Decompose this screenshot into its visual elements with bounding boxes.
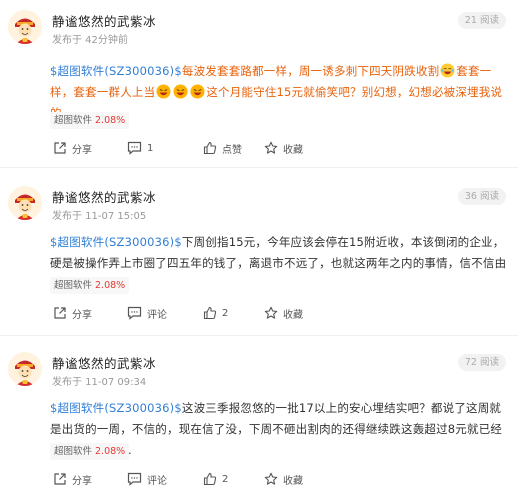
like-count: 2 [222, 307, 229, 319]
collect-label: 收藏 [283, 475, 303, 487]
share-icon [54, 142, 66, 154]
collect-label: 收藏 [283, 309, 303, 321]
share-icon [54, 307, 66, 319]
comment-button[interactable]: 1 [127, 138, 153, 158]
stock-tag-change: 2.08% [95, 280, 126, 291]
username[interactable]: 静谧悠然的武紫冰 [52, 353, 156, 372]
share-button[interactable]: 分享 [53, 303, 92, 323]
post-time: 发布于 42分钟前 [52, 35, 128, 46]
post-time: 发布于 11-07 09:34 [52, 377, 147, 388]
comment-label: 评论 [147, 309, 167, 321]
stock-link[interactable]: $超图软件(SZ300036)$ [50, 401, 182, 415]
action-bar: 分享 1 点赞 收藏 [50, 138, 508, 158]
share-label: 分享 [72, 309, 92, 321]
comment-button[interactable]: 评论 [127, 303, 167, 323]
stock-tag-name: 超图软件 [54, 446, 93, 457]
post-card: 静谧悠然的武紫冰 发布于 11-07 09:34 72 阅读 $超图软件(SZ3… [0, 342, 518, 500]
like-button[interactable]: 点赞 [203, 138, 242, 158]
share-button[interactable]: 分享 [53, 469, 92, 489]
action-bar: 分享 评论 2 收藏 [50, 303, 508, 323]
share-label: 分享 [72, 475, 92, 487]
stock-tag-name: 超图软件 [54, 280, 93, 291]
like-icon [203, 141, 217, 155]
god-of-wealth-avatar-icon [8, 352, 42, 386]
laughing-emoji-icon [173, 84, 188, 99]
collect-icon [264, 472, 278, 485]
share-icon [54, 473, 66, 485]
stock-tag-name: 超图软件 [54, 115, 93, 126]
like-icon [203, 306, 217, 320]
share-label: 分享 [72, 144, 92, 156]
comment-count: 1 [147, 142, 154, 154]
comment-button[interactable]: 评论 [127, 469, 167, 489]
god-of-wealth-avatar-icon [8, 186, 42, 220]
avatar[interactable] [8, 10, 42, 44]
laughing-emoji-icon [190, 84, 205, 99]
stock-link[interactable]: $超图软件(SZ300036)$ [50, 64, 182, 78]
god-of-wealth-avatar-icon [8, 10, 42, 44]
post-feed: 静谧悠然的武紫冰 发布于 42分钟前 21 阅读 $超图软件(SZ300036)… [0, 0, 518, 500]
like-icon [203, 472, 217, 486]
read-count-badge: 36 阅读 [457, 188, 506, 205]
stock-tag[interactable]: 超图软件 2.08% [50, 112, 130, 129]
username[interactable]: 静谧悠然的武紫冰 [52, 187, 156, 206]
post-card: 静谧悠然的武紫冰 发布于 11-07 15:05 36 阅读 $超图软件(SZ3… [0, 176, 518, 336]
stock-tag-change: 2.08% [95, 446, 126, 457]
collect-icon [264, 141, 278, 154]
laughing-emoji-icon [156, 84, 171, 99]
stock-tag[interactable]: 超图软件 2.08% [50, 277, 130, 294]
avatar[interactable] [8, 352, 42, 386]
comment-label: 评论 [147, 475, 167, 487]
collect-button[interactable]: 收藏 [264, 303, 303, 323]
post-text: 每波发套套路都一样，周一诱多刺下四天阴跌收割 [181, 64, 440, 78]
like-button[interactable]: 2 [203, 303, 228, 323]
collect-button[interactable]: 收藏 [264, 469, 303, 489]
like-count: 2 [222, 473, 229, 485]
stock-link[interactable]: $超图软件(SZ300036)$ [50, 235, 182, 249]
read-count-badge: 72 阅读 [457, 354, 506, 371]
post-card: 静谧悠然的武紫冰 发布于 42分钟前 21 阅读 $超图软件(SZ300036)… [0, 0, 518, 168]
action-bar: 分享 评论 2 收藏 [50, 469, 508, 489]
like-label: 点赞 [222, 144, 242, 156]
username[interactable]: 静谧悠然的武紫冰 [52, 11, 156, 30]
collect-icon [264, 306, 278, 319]
laughing-emoji-icon [440, 63, 455, 78]
share-button[interactable]: 分享 [53, 138, 92, 158]
collect-label: 收藏 [283, 144, 303, 156]
avatar[interactable] [8, 186, 42, 220]
post-time: 发布于 11-07 15:05 [52, 211, 147, 222]
comment-icon [127, 306, 142, 320]
comment-icon [127, 472, 142, 486]
stock-tag[interactable]: 超图软件 2.08% [50, 443, 130, 460]
collect-button[interactable]: 收藏 [264, 138, 303, 158]
stock-tag-change: 2.08% [95, 115, 126, 126]
read-count-badge: 21 阅读 [457, 12, 506, 29]
like-button[interactable]: 2 [203, 469, 228, 489]
comment-icon [127, 141, 142, 155]
